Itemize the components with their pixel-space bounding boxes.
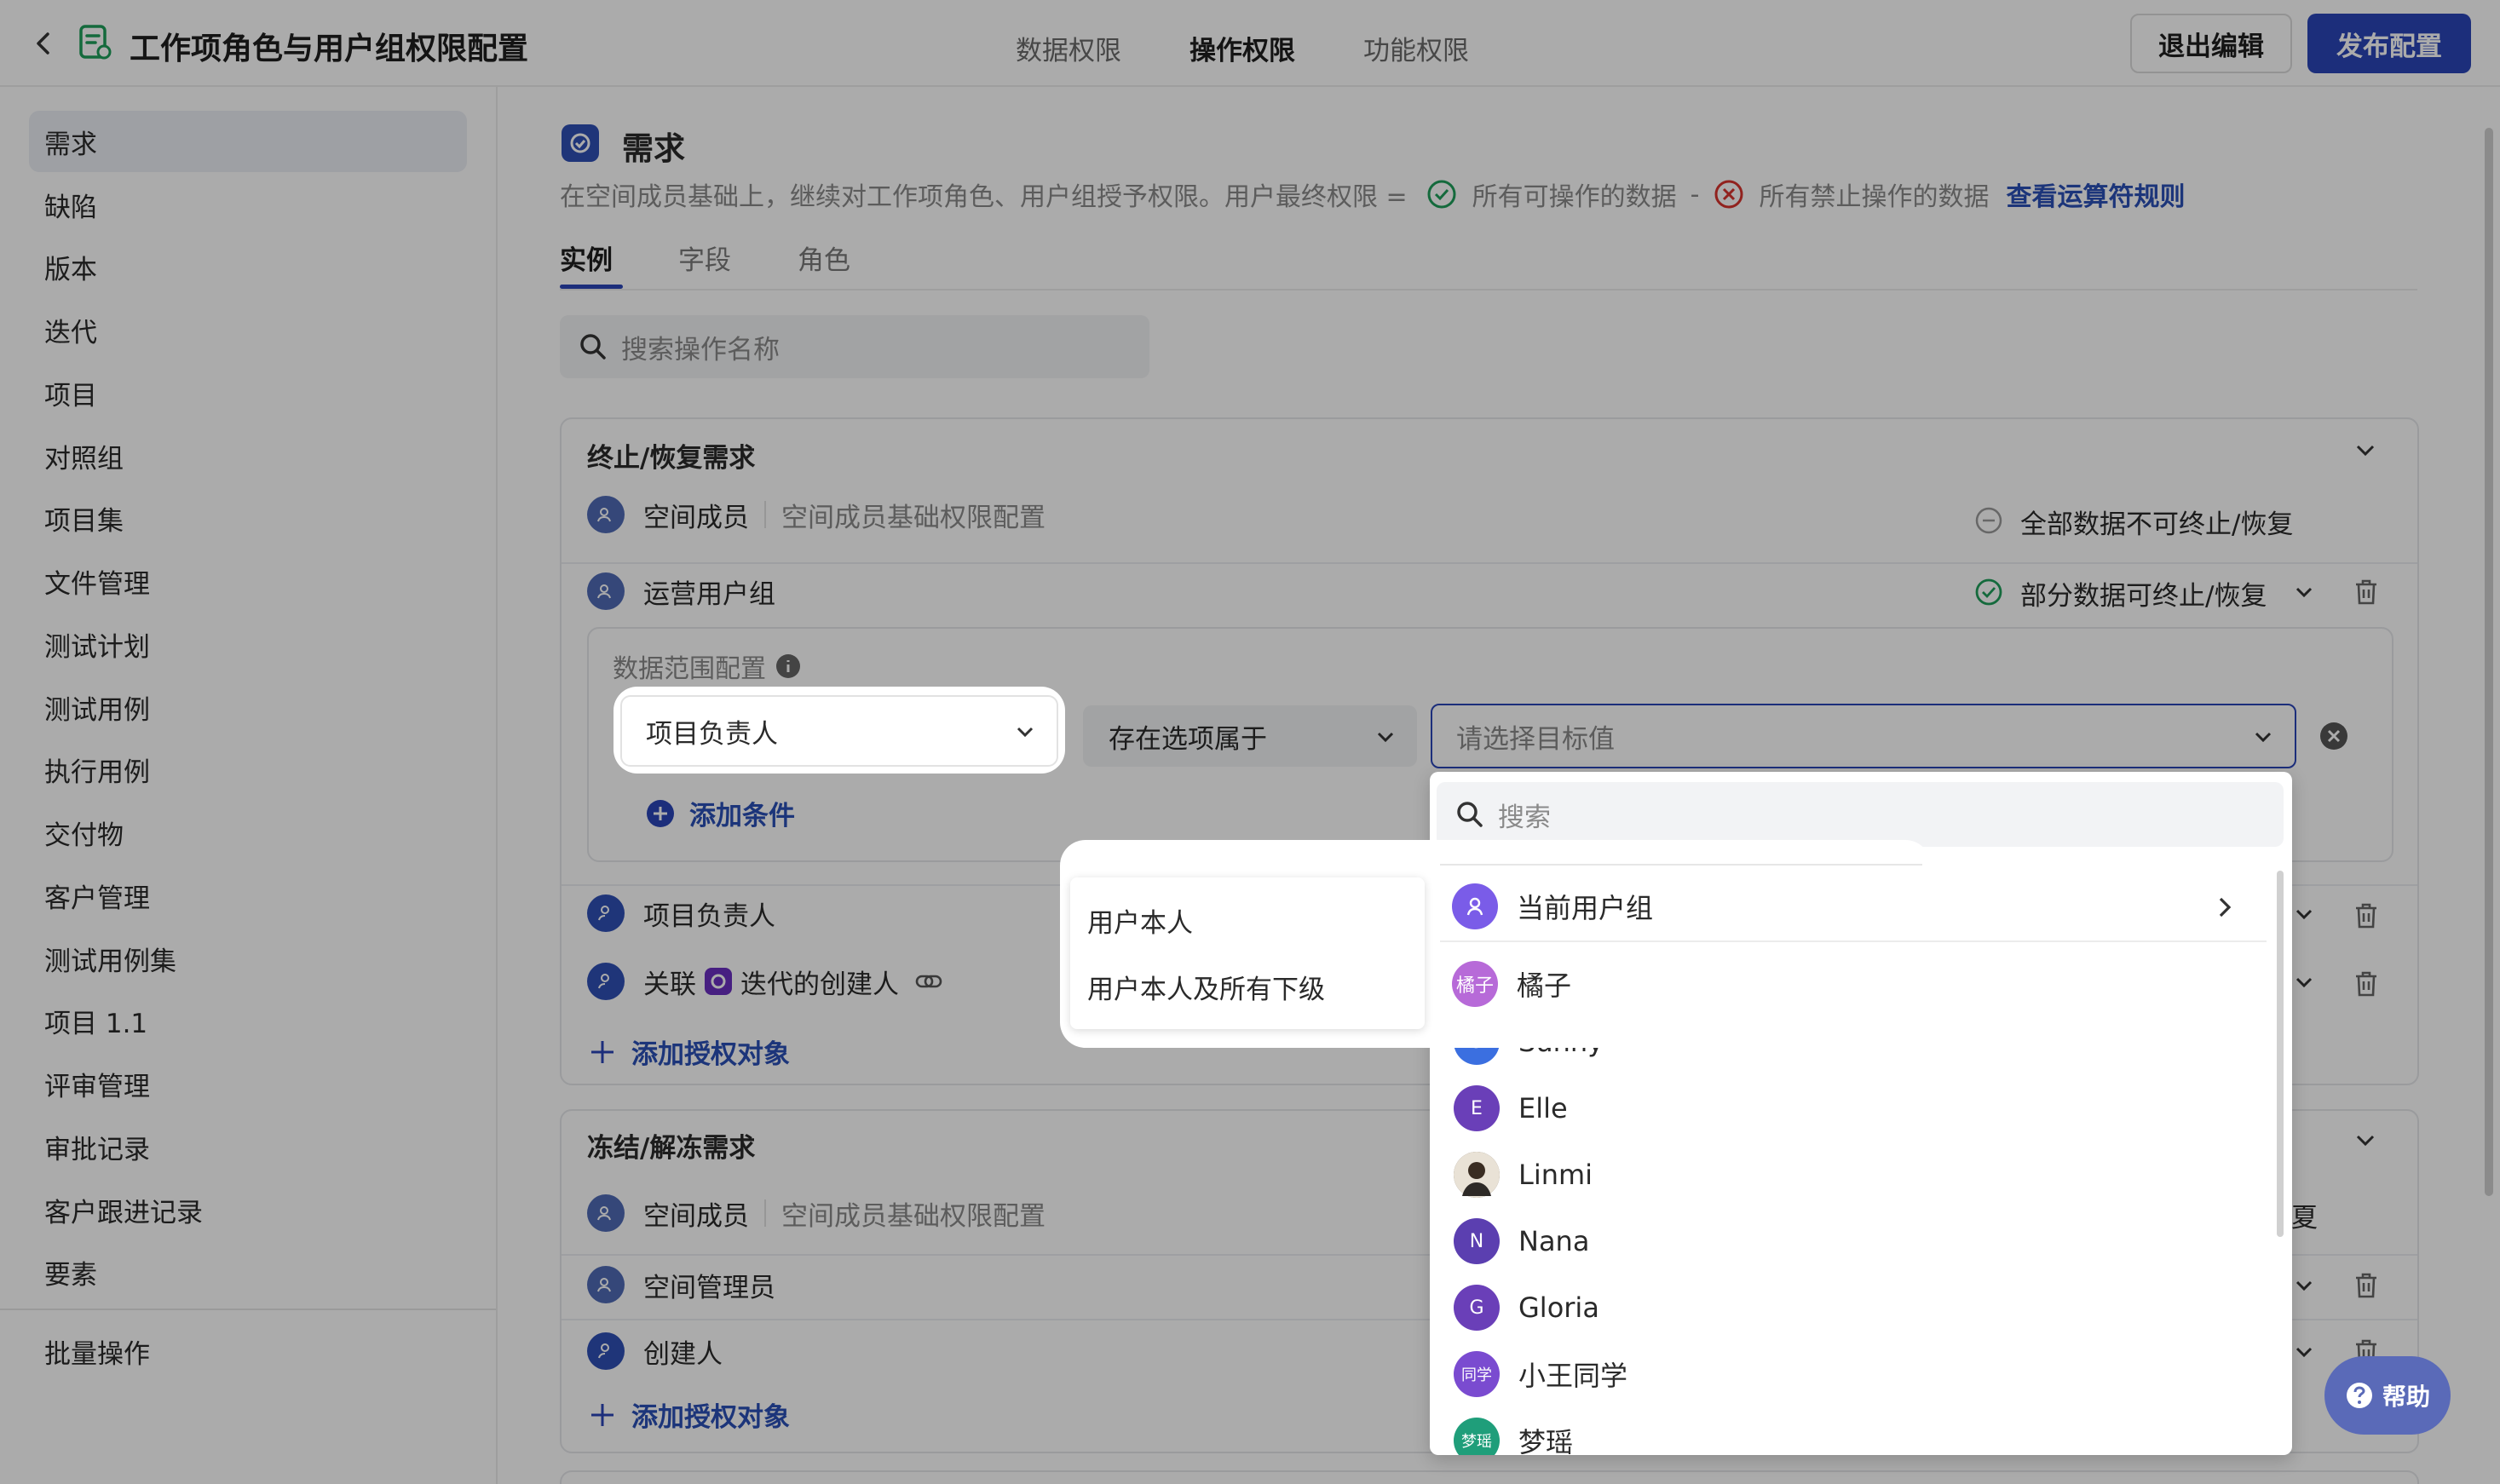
submenu-item-self-and-subordinates[interactable]: 用户本人及所有下级 (1087, 968, 1325, 1006)
dropdown-search[interactable]: 搜索 (1437, 782, 2284, 847)
list-item[interactable]: Linmi (1430, 1142, 2265, 1208)
list-item[interactable]: G Gloria (1430, 1274, 2265, 1341)
dropdown-top-edge (1440, 864, 1922, 866)
help-button[interactable]: 帮助 (2324, 1356, 2451, 1435)
highlighted-user-item[interactable]: 橘子 橘子 (1440, 951, 1922, 1017)
chevron-right-icon (2212, 893, 2238, 922)
person-icon (1452, 883, 1498, 929)
current-user-group-item[interactable]: 当前用户组 (1440, 872, 2267, 942)
avatar: 梦瑶 (1454, 1418, 1500, 1455)
question-circle-icon (2345, 1381, 2374, 1410)
current-group-label: 当前用户组 (1517, 892, 1654, 924)
avatar: 同学 (1454, 1351, 1500, 1397)
chevron-down-icon (1012, 719, 1038, 745)
avatar: 橘子 (1452, 961, 1498, 1007)
user-name: 梦瑶 (1518, 1426, 1574, 1455)
dropdown-user-list: 橘子橘子 SSunny EElle Linmi NNana GGloria 同学… (1430, 952, 2265, 1455)
field-select[interactable]: 项目负责人 (620, 695, 1058, 767)
list-item[interactable]: N Nana (1430, 1208, 2265, 1274)
user-name: 小王同学 (1518, 1360, 1628, 1392)
field-value: 项目负责人 (646, 718, 778, 750)
avatar: N (1454, 1218, 1500, 1264)
user-name: Elle (1518, 1092, 1568, 1125)
search-icon (1455, 800, 1484, 829)
user-name: Nana (1518, 1225, 1590, 1257)
avatar: E (1454, 1085, 1500, 1131)
list-item[interactable]: E Elle (1430, 1075, 2265, 1142)
user-name: 橘子 (1517, 969, 1572, 1002)
dropdown-scrollbar[interactable] (2277, 871, 2284, 1237)
user-scope-submenu: 用户本人 用户本人及所有下级 (1070, 877, 1425, 1029)
avatar: G (1454, 1285, 1500, 1331)
user-name: Gloria (1518, 1291, 1599, 1324)
user-name: Linmi (1518, 1159, 1593, 1191)
help-label: 帮助 (2382, 1383, 2430, 1411)
submenu-item-self[interactable]: 用户本人 (1087, 901, 1193, 940)
list-item[interactable]: 同学 小王同学 (1430, 1341, 2265, 1407)
list-item[interactable]: 梦瑶 梦瑶 (1430, 1407, 2265, 1455)
avatar-photo (1454, 1152, 1500, 1198)
dropdown-search-placeholder: 搜索 (1498, 802, 1551, 833)
